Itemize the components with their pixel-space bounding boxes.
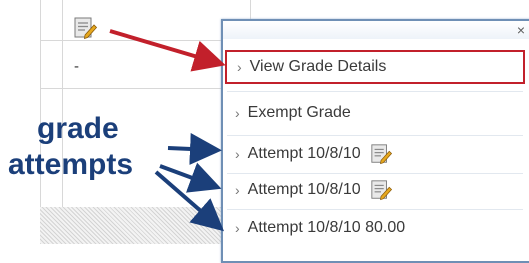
table-row-divider [40,40,221,41]
chevron-right-icon: › [235,182,240,198]
attempt-item[interactable]: › Attempt 10/8/10 [225,173,525,207]
close-icon[interactable]: × [513,22,529,38]
red-arrow [109,29,226,72]
attempt-item[interactable]: › Attempt 10/8/10 [225,137,525,171]
view-grade-details-item[interactable]: › View Grade Details [225,50,525,84]
chevron-right-icon: › [237,59,242,75]
popup-header: × [223,21,529,39]
attempt-item[interactable]: › Attempt 10/8/10 80.00 [225,211,525,245]
disabled-cell-hatch [40,207,226,244]
annotation-label-line1: grade [37,112,119,145]
chevron-right-icon: › [235,105,240,121]
menu-item-label: View Grade Details [249,58,387,75]
menu-item-label: Attempt 10/8/10 [247,181,361,198]
edit-grade-icon [369,143,393,165]
exempt-grade-item[interactable]: › Exempt Grade [225,96,525,130]
chevron-right-icon: › [235,220,240,236]
menu-separator [227,135,523,136]
blue-arrow [159,162,222,193]
empty-grade-cell: - [74,58,79,75]
blue-arrow [167,132,222,165]
chevron-right-icon: › [235,146,240,162]
table-row-divider [40,88,221,89]
edit-grade-icon [369,179,393,201]
menu-item-label: Attempt 10/8/10 [247,145,361,162]
menu-item-label: Exempt Grade [247,104,351,121]
menu-separator [227,209,523,210]
annotation-label-line2: attempts [8,148,134,181]
menu-item-label: Attempt 10/8/10 80.00 [247,219,406,236]
menu-separator [227,91,523,92]
edit-grade-icon[interactable] [73,16,98,40]
grade-context-menu: × › View Grade Details › Exempt Grade › … [221,19,529,263]
